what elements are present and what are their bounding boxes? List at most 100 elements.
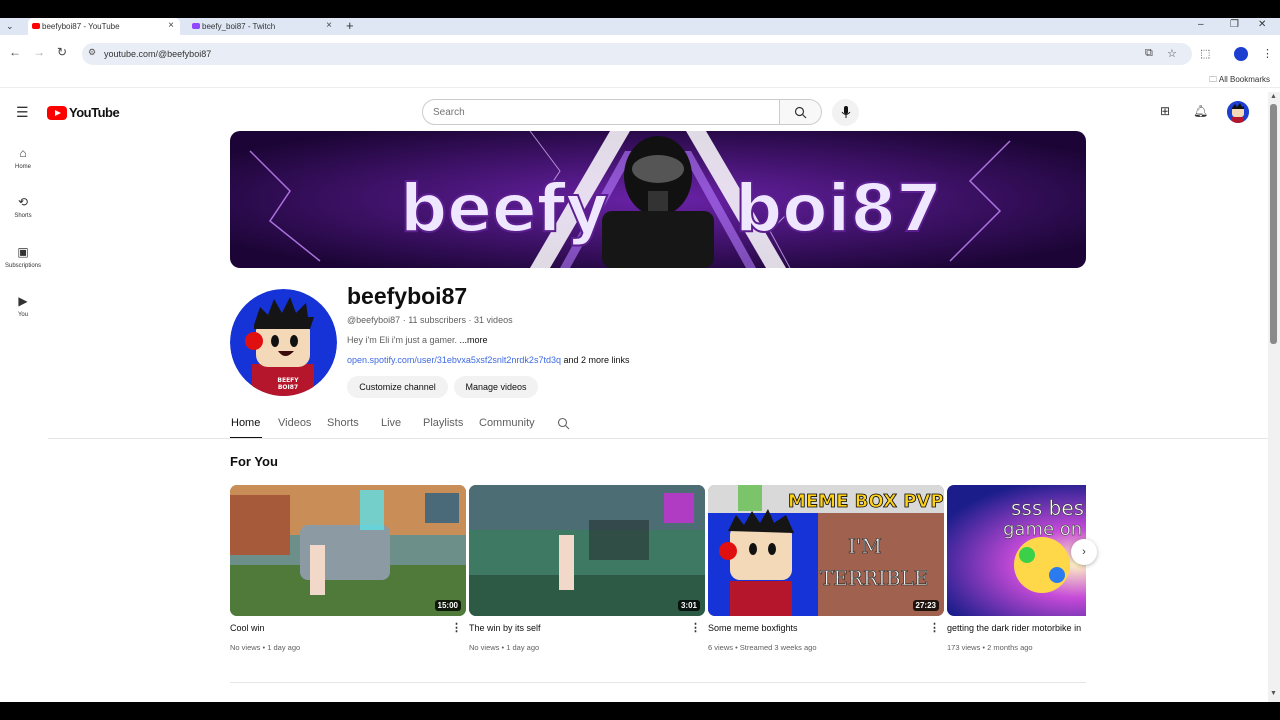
- bookmarks-bar: 🗀 All Bookmarks: [0, 71, 1280, 88]
- profile-avatar-icon[interactable]: [1234, 47, 1248, 61]
- browser-menu-icon[interactable]: ⋮: [1262, 47, 1273, 60]
- close-tab-icon[interactable]: ×: [326, 20, 332, 31]
- guide-item-home[interactable]: ⌂ Home: [0, 146, 46, 170]
- minimize-icon[interactable]: –: [1198, 19, 1204, 30]
- install-app-icon[interactable]: ⧉: [1145, 47, 1153, 60]
- browser-toolbar: ← → ↻ ⚙ youtube.com/@beefyboi87 ⧉ ☆ ⬚ ⋮: [0, 35, 1280, 71]
- bookmark-star-icon[interactable]: ☆: [1167, 47, 1177, 60]
- thumb-text-sss-bes: sss bes: [1011, 496, 1084, 520]
- browser-tab-youtube[interactable]: beefyboi87 - YouTube ×: [28, 18, 180, 35]
- video-thumbnail[interactable]: MEME BOX PVP I'M TERRIBLE 27:23: [708, 485, 944, 616]
- video-title[interactable]: getting the dark rider motorbike in: [947, 623, 1081, 633]
- notifications-bell-icon[interactable]: 🔔︎: [1193, 104, 1208, 118]
- video-thumbnail-image: [469, 485, 705, 616]
- video-card[interactable]: sss bes game on getting the dark rider m…: [947, 485, 1086, 660]
- avatar-shirt-text-2: BOI87: [278, 384, 298, 391]
- search-button[interactable]: [780, 99, 822, 125]
- url-text[interactable]: youtube.com/@beefyboi87: [104, 49, 211, 59]
- close-window-icon[interactable]: ✕: [1258, 19, 1266, 30]
- banner-word-left: beefy: [400, 170, 609, 247]
- address-bar[interactable]: ⚙ youtube.com/@beefyboi87: [82, 43, 1192, 65]
- guide-item-shorts[interactable]: ⟲ Shorts: [0, 195, 46, 219]
- guide-label: Shorts: [14, 213, 32, 219]
- banner-word-right: boi87: [735, 170, 942, 247]
- bottom-letterbox: [0, 702, 1280, 720]
- reload-icon[interactable]: ↻: [57, 45, 67, 59]
- section-divider: [230, 682, 1086, 683]
- video-duration: 27:23: [912, 600, 939, 611]
- tab-title: beefyboi87 - YouTube: [42, 22, 120, 31]
- back-icon[interactable]: ←: [9, 45, 21, 59]
- tab-community[interactable]: Community: [479, 417, 535, 429]
- carousel-next-button[interactable]: ›: [1071, 539, 1097, 565]
- video-title[interactable]: Cool win: [230, 623, 265, 633]
- browser-tab-strip: ⌄ beefyboi87 - YouTube × beefy_boi87 - T…: [0, 18, 1280, 35]
- video-thumbnail-image: sss bes game on: [947, 485, 1086, 616]
- video-thumbnail[interactable]: 15:00: [230, 485, 466, 616]
- extensions-icon[interactable]: ⬚: [1200, 47, 1210, 60]
- create-video-icon[interactable]: ⊞: [1160, 104, 1170, 118]
- video-card[interactable]: 3:01 The win by its self ⋮ No views • 1 …: [469, 485, 705, 652]
- tab-videos[interactable]: Videos: [278, 417, 311, 429]
- channel-description[interactable]: Hey i'm Eli i'm just a gamer. ...more: [347, 335, 488, 345]
- thumb-text-game-on: game on: [1003, 519, 1082, 540]
- tab-playlists[interactable]: Playlists: [423, 417, 463, 429]
- page-scrollbar[interactable]: ▲ ▼: [1268, 92, 1280, 702]
- close-tab-icon[interactable]: ×: [168, 20, 174, 31]
- search-box[interactable]: [422, 99, 780, 125]
- channel-link-spotify[interactable]: open.spotify.com/user/31ebvxa5xsf2snlt2n…: [347, 355, 561, 365]
- tabs-divider: [48, 438, 1268, 439]
- video-card[interactable]: 15:00 Cool win ⋮ No views • 1 day ago: [230, 485, 466, 652]
- description-text: Hey i'm Eli i'm just a gamer.: [347, 335, 457, 345]
- all-bookmarks-button[interactable]: 🗀 All Bookmarks: [1209, 74, 1270, 88]
- youtube-favicon-icon: [32, 23, 40, 29]
- channel-meta: @beefyboi87 · 11 subscribers · 31 videos: [347, 315, 513, 325]
- guide-label: Subscriptions: [4, 263, 42, 269]
- restore-icon[interactable]: ❐: [1230, 19, 1239, 30]
- avatar-shirt-text-1: BEEFY: [277, 377, 299, 384]
- video-meta: No views • 1 day ago: [230, 643, 301, 652]
- forward-icon[interactable]: →: [33, 45, 45, 59]
- site-info-icon[interactable]: ⚙: [88, 47, 96, 58]
- video-card[interactable]: MEME BOX PVP I'M TERRIBLE 27:23 Some mem…: [708, 485, 944, 652]
- tab-home[interactable]: Home: [231, 417, 260, 429]
- manage-videos-button[interactable]: Manage videos: [454, 376, 538, 398]
- channel-avatar-image: BEEFY BOI87: [230, 289, 337, 396]
- video-thumbnail-image: [230, 485, 466, 616]
- video-more-options-icon[interactable]: ⋮: [929, 621, 940, 634]
- menu-hamburger-icon[interactable]: ☰: [16, 104, 29, 121]
- you-icon: ▶: [18, 294, 28, 308]
- youtube-logo[interactable]: YouTube: [47, 105, 120, 120]
- channel-handle: @beefyboi87: [347, 315, 401, 325]
- video-more-options-icon[interactable]: ⋮: [690, 621, 701, 634]
- account-avatar[interactable]: [1227, 101, 1249, 123]
- scrollbar-thumb[interactable]: [1270, 104, 1277, 344]
- video-more-options-icon[interactable]: ⋮: [451, 621, 462, 634]
- description-more-link[interactable]: ...more: [459, 335, 487, 345]
- customize-channel-button[interactable]: Customize channel: [347, 376, 448, 398]
- video-title[interactable]: The win by its self: [469, 623, 541, 633]
- scroll-up-icon[interactable]: ▲: [1270, 93, 1277, 100]
- more-links-link[interactable]: and 2 more links: [563, 355, 629, 365]
- microphone-icon: [841, 106, 850, 118]
- scroll-down-icon[interactable]: ▼: [1270, 690, 1277, 697]
- twitch-favicon-icon: [192, 23, 200, 29]
- tab-list-chevron-icon[interactable]: ⌄: [6, 21, 14, 32]
- video-meta: 6 views • Streamed 3 weeks ago: [708, 643, 817, 652]
- voice-search-button[interactable]: [832, 99, 859, 126]
- video-thumbnail[interactable]: sss bes game on: [947, 485, 1086, 616]
- channel-avatar: BEEFY BOI87: [230, 289, 337, 396]
- guide-item-subscriptions[interactable]: ▣ Subscriptions: [0, 245, 46, 269]
- video-duration: 3:01: [677, 600, 700, 611]
- subscriber-count: 11 subscribers: [408, 315, 467, 325]
- tab-shorts[interactable]: Shorts: [327, 417, 359, 429]
- search-input[interactable]: [433, 100, 763, 124]
- new-tab-icon[interactable]: +: [346, 18, 354, 33]
- video-thumbnail[interactable]: 3:01: [469, 485, 705, 616]
- browser-tab-twitch[interactable]: beefy_boi87 - Twitch ×: [188, 18, 338, 35]
- channel-search-icon[interactable]: [557, 417, 570, 430]
- guide-item-you[interactable]: ▶ You: [0, 294, 46, 318]
- video-title[interactable]: Some meme boxfights: [708, 623, 798, 633]
- channel-links: open.spotify.com/user/31ebvxa5xsf2snlt2n…: [347, 355, 630, 365]
- tab-live[interactable]: Live: [381, 417, 401, 429]
